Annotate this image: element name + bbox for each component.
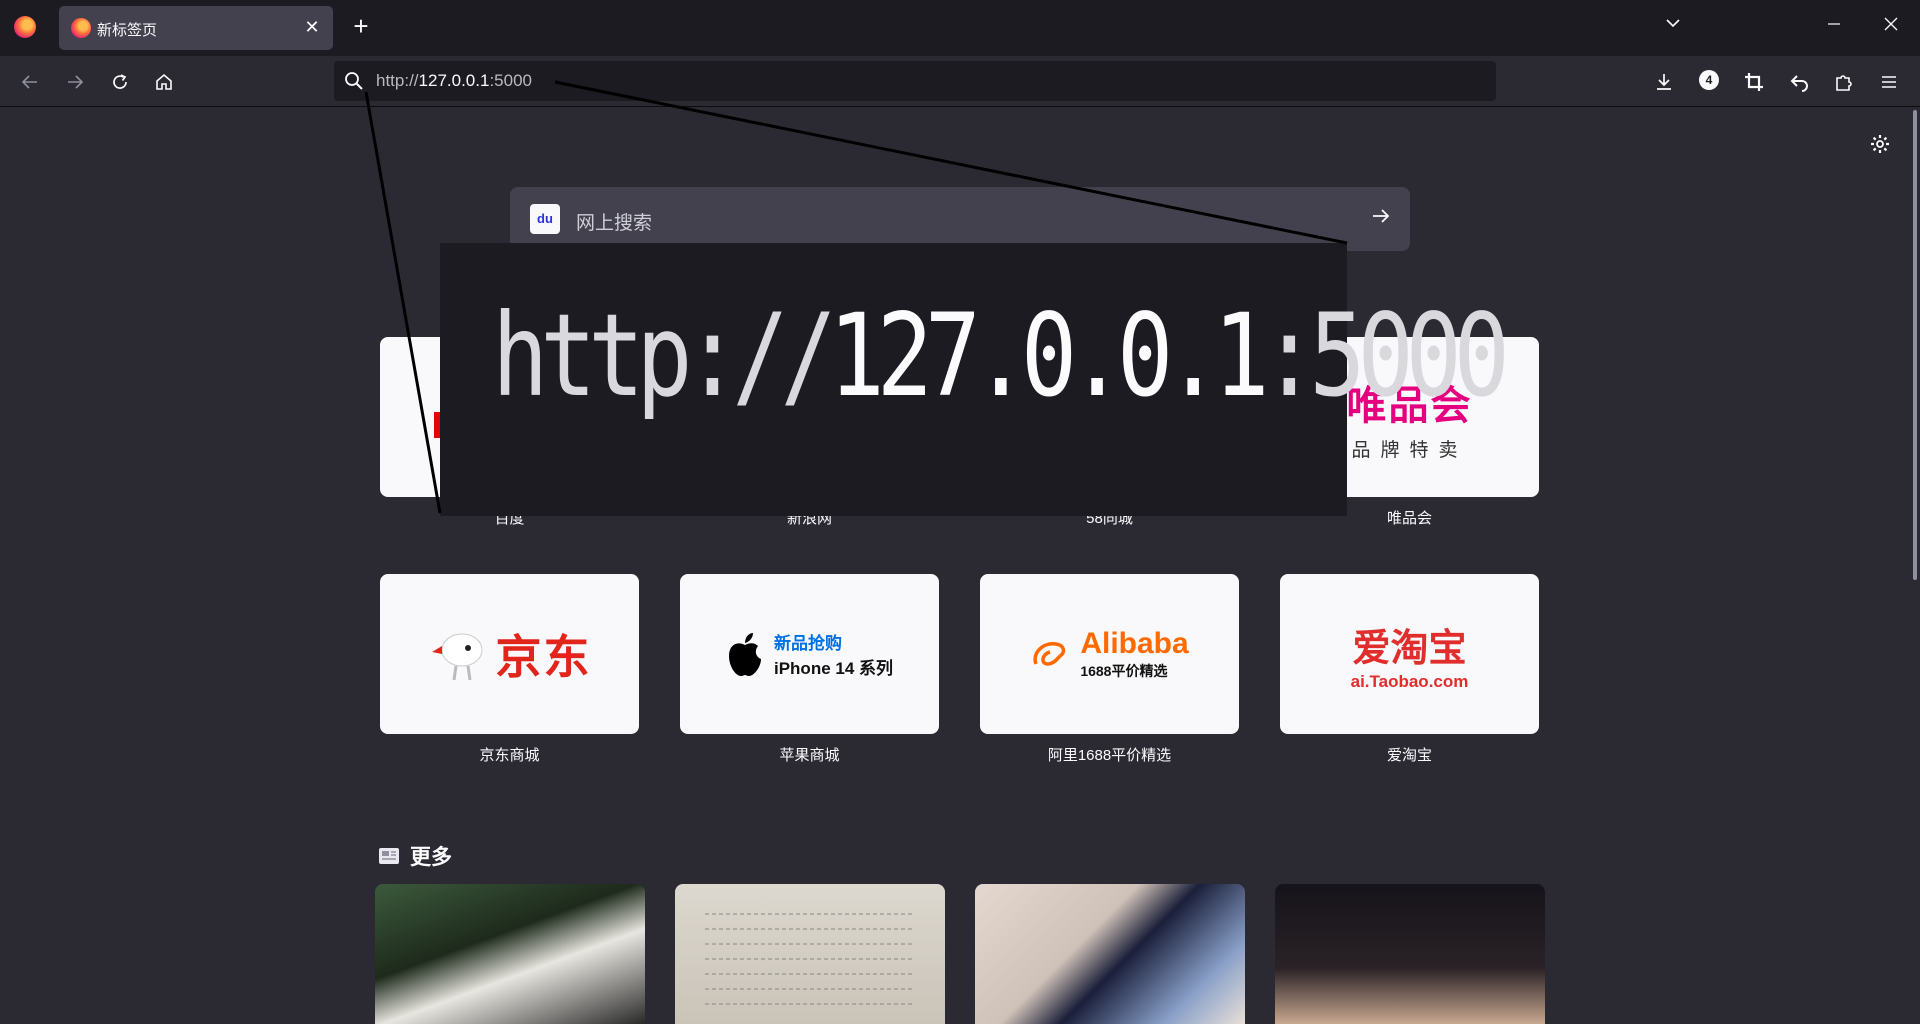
callout-connector-lines [364, 80, 1348, 514]
